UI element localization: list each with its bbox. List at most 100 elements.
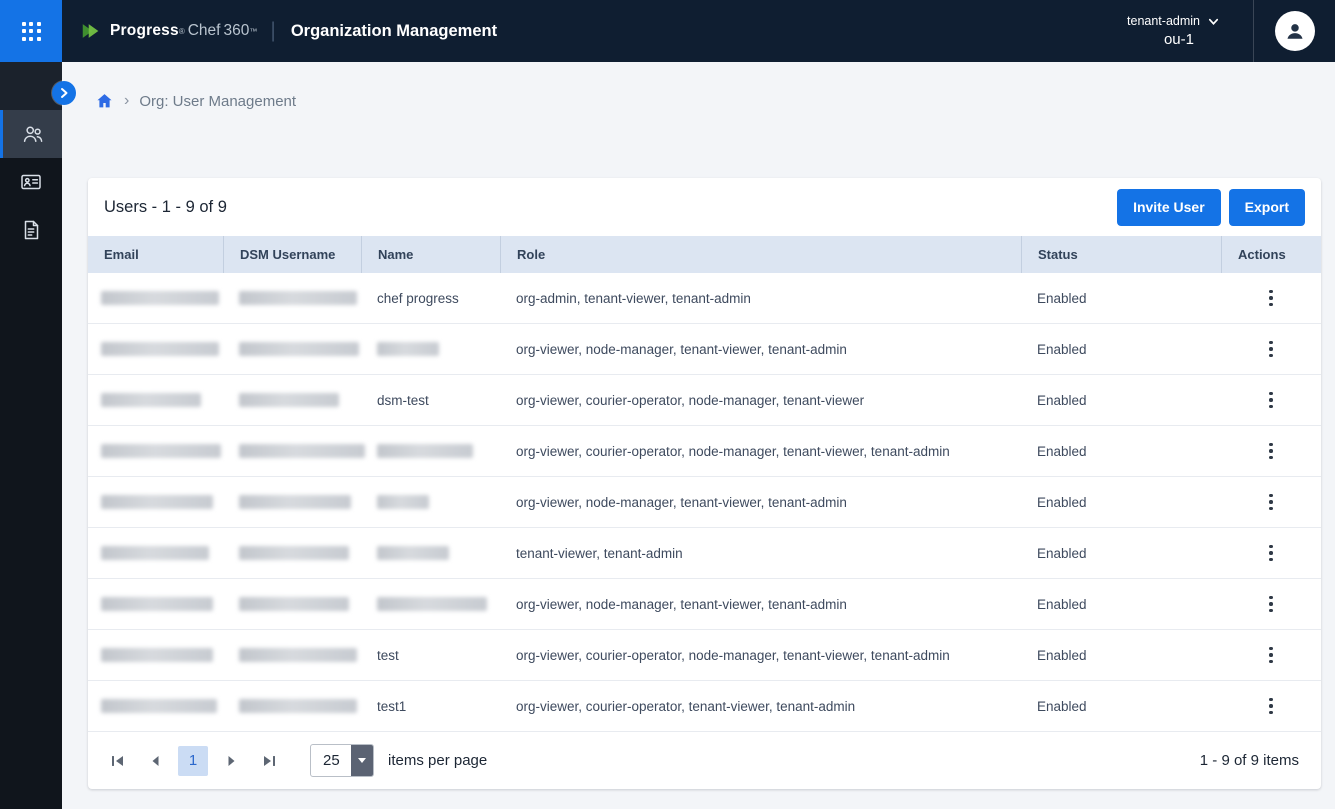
- status-text: Enabled: [1037, 648, 1087, 663]
- account-menu[interactable]: tenant-admin ou-1: [1127, 14, 1220, 48]
- page-size-select[interactable]: 25: [310, 744, 374, 777]
- actions-cell: [1221, 539, 1321, 568]
- dsm-username-cell: [223, 495, 361, 509]
- redacted-name: [377, 546, 449, 560]
- role-text: org-admin, tenant-viewer, tenant-admin: [516, 291, 751, 306]
- column-header-role[interactable]: Role: [500, 236, 1021, 273]
- role-cell: org-viewer, node-manager, tenant-viewer,…: [500, 342, 1021, 357]
- role-text: org-viewer, courier-operator, node-manag…: [516, 444, 950, 459]
- email-cell: [88, 495, 223, 509]
- name-cell: [361, 342, 500, 356]
- name-cell: [361, 597, 500, 611]
- brand-chef: Chef: [188, 22, 221, 40]
- row-actions-menu-button[interactable]: [1263, 335, 1279, 364]
- column-header-actions[interactable]: Actions: [1221, 236, 1321, 273]
- actions-cell: [1221, 284, 1321, 313]
- sidebar-expand-button[interactable]: [52, 81, 76, 105]
- last-page-icon: [262, 754, 277, 768]
- column-header-status[interactable]: Status: [1021, 236, 1221, 273]
- row-actions-menu-button[interactable]: [1263, 284, 1279, 313]
- redacted-email: [101, 444, 221, 458]
- actions-cell: [1221, 641, 1321, 670]
- email-cell: [88, 546, 223, 560]
- name-cell: [361, 495, 500, 509]
- sidebar-item-id-card[interactable]: [0, 158, 62, 206]
- row-actions-menu-button[interactable]: [1263, 590, 1279, 619]
- breadcrumb-separator: ›: [124, 92, 129, 110]
- dsm-username-cell: [223, 546, 361, 560]
- status-cell: Enabled: [1021, 291, 1221, 306]
- role-cell: org-viewer, courier-operator, node-manag…: [500, 648, 1021, 663]
- document-icon: [19, 218, 43, 242]
- account-role: tenant-admin: [1127, 14, 1200, 28]
- row-actions-menu-button[interactable]: [1263, 641, 1279, 670]
- email-cell: [88, 648, 223, 662]
- role-cell: org-viewer, courier-operator, node-manag…: [500, 444, 1021, 459]
- page-size-value: 25: [311, 745, 351, 776]
- actions-cell: [1221, 590, 1321, 619]
- chevron-right-icon: [58, 87, 70, 99]
- email-cell: [88, 444, 223, 458]
- breadcrumb-current: Org: User Management: [139, 93, 296, 110]
- account-org: ou-1: [1164, 31, 1220, 48]
- items-range-label: 1 - 9 of 9 items: [1200, 752, 1305, 769]
- last-page-button[interactable]: [254, 746, 284, 776]
- next-page-button[interactable]: [216, 746, 246, 776]
- column-header-name[interactable]: Name: [361, 236, 500, 273]
- previous-page-button[interactable]: [140, 746, 170, 776]
- users-table-body: chef progressorg-admin, tenant-viewer, t…: [88, 273, 1321, 732]
- users-card-title: Users - 1 - 9 of 9: [104, 198, 227, 217]
- role-cell: org-admin, tenant-viewer, tenant-admin: [500, 291, 1021, 306]
- status-cell: Enabled: [1021, 648, 1221, 663]
- dsm-username-cell: [223, 342, 361, 356]
- status-text: Enabled: [1037, 342, 1087, 357]
- sidebar-item-users[interactable]: [0, 110, 62, 158]
- column-header-email[interactable]: Email: [88, 236, 223, 273]
- column-header-dsm-username[interactable]: DSM Username: [223, 236, 361, 273]
- app-launcher-button[interactable]: [0, 0, 62, 62]
- status-text: Enabled: [1037, 444, 1087, 459]
- sidebar-item-document[interactable]: [0, 206, 62, 254]
- role-text: org-viewer, node-manager, tenant-viewer,…: [516, 342, 847, 357]
- redacted-dsm-username: [239, 342, 359, 356]
- role-cell: org-viewer, courier-operator, tenant-vie…: [500, 699, 1021, 714]
- row-actions-menu-button[interactable]: [1263, 386, 1279, 415]
- row-actions-menu-button[interactable]: [1263, 437, 1279, 466]
- status-cell: Enabled: [1021, 393, 1221, 408]
- dsm-username-cell: [223, 291, 361, 305]
- progress-logo-icon: [80, 20, 102, 42]
- redacted-dsm-username: [239, 699, 357, 713]
- status-cell: Enabled: [1021, 495, 1221, 510]
- home-icon: [95, 92, 114, 110]
- brand-divider: |: [270, 19, 275, 43]
- export-button[interactable]: Export: [1229, 189, 1305, 226]
- row-actions-menu-button[interactable]: [1263, 692, 1279, 721]
- name-text: test1: [377, 699, 406, 714]
- redacted-name: [377, 342, 439, 356]
- redacted-email: [101, 597, 213, 611]
- table-row: org-viewer, node-manager, tenant-viewer,…: [88, 324, 1321, 375]
- email-cell: [88, 597, 223, 611]
- row-actions-menu-button[interactable]: [1263, 488, 1279, 517]
- redacted-email: [101, 291, 219, 305]
- name-cell: [361, 444, 500, 458]
- breadcrumb-home-link[interactable]: [95, 92, 114, 110]
- actions-cell: [1221, 437, 1321, 466]
- redacted-dsm-username: [239, 393, 339, 407]
- table-row: org-viewer, node-manager, tenant-viewer,…: [88, 579, 1321, 630]
- role-cell: tenant-viewer, tenant-admin: [500, 546, 1021, 561]
- invite-user-button[interactable]: Invite User: [1117, 189, 1221, 226]
- role-cell: org-viewer, node-manager, tenant-viewer,…: [500, 597, 1021, 612]
- card-header-actions: Invite User Export: [1117, 189, 1305, 226]
- avatar-button[interactable]: [1253, 0, 1335, 62]
- row-actions-menu-button[interactable]: [1263, 539, 1279, 568]
- email-cell: [88, 291, 223, 305]
- page-number-button[interactable]: 1: [178, 746, 208, 776]
- status-text: Enabled: [1037, 699, 1087, 714]
- first-page-button[interactable]: [102, 746, 132, 776]
- status-text: Enabled: [1037, 597, 1087, 612]
- items-per-page-label: items per page: [388, 752, 487, 769]
- redacted-dsm-username: [239, 444, 365, 458]
- status-text: Enabled: [1037, 393, 1087, 408]
- dsm-username-cell: [223, 648, 361, 662]
